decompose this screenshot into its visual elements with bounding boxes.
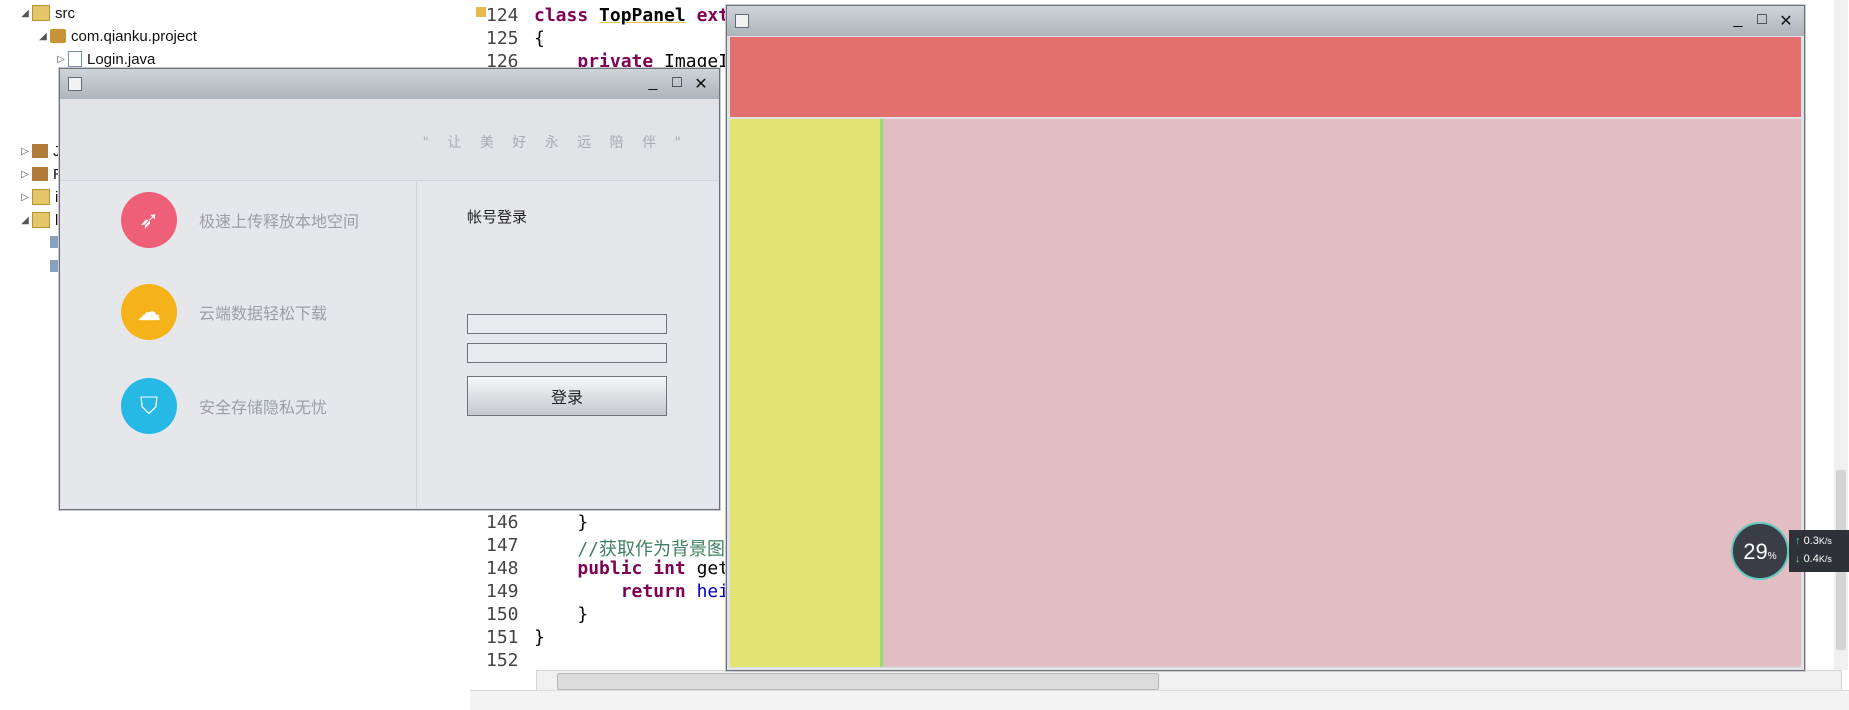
- close-button[interactable]: ✕: [691, 74, 711, 94]
- feature-item: ➶ 极速上传释放本地空间: [121, 190, 359, 250]
- upload-arrow-icon: ↑: [1795, 535, 1801, 547]
- feature-item: ☁ 云端数据轻松下载: [121, 282, 327, 342]
- network-monitor[interactable]: 29% ↑ 0.3K/s ↓ 0.4K/s: [1731, 522, 1849, 582]
- feature-text: 安全存储隐私无忧: [199, 400, 328, 417]
- minimize-button[interactable]: _: [1728, 11, 1748, 29]
- tree-item-lib[interactable]: ◢ li: [18, 209, 62, 231]
- login-header: " 让 美 好 永 远 陪 伴 ": [61, 100, 718, 181]
- status-bar: [470, 690, 1849, 710]
- cloud-download-icon: ☁: [121, 284, 177, 340]
- feature-panel: ➶ 极速上传释放本地空间 ☁ 云端数据轻松下载 ⛉ 安全存储隐私无忧: [61, 182, 417, 508]
- maximize-button[interactable]: □: [667, 74, 687, 92]
- download-speed: ↓ 0.4K/s: [1795, 553, 1832, 565]
- tree-item-package[interactable]: ◢ com.qianku.project: [36, 25, 197, 47]
- expand-icon[interactable]: ◢: [36, 31, 50, 42]
- expand-icon[interactable]: ▷: [18, 192, 32, 203]
- usage-unit: %: [1767, 551, 1777, 562]
- login-window: _ □ ✕ " 让 美 好 永 远 陪 伴 " ➶ 极速上传释放本地空间 ☁ 云…: [59, 68, 720, 510]
- line-number: 124: [486, 5, 519, 26]
- tree-item-label: Login.java: [87, 50, 156, 68]
- java-file-icon: [68, 51, 82, 67]
- login-title: 帐号登录: [467, 209, 528, 226]
- folder-icon: [32, 212, 50, 228]
- line-number: 147: [486, 535, 519, 556]
- code-line[interactable]: return hei: [534, 581, 729, 602]
- expand-icon[interactable]: ◢: [18, 215, 32, 226]
- tree-item-src[interactable]: ◢ src: [18, 2, 75, 24]
- library-icon: [32, 167, 48, 181]
- package-icon: [50, 29, 66, 43]
- layout-demo-window: _ □ ✕: [726, 5, 1805, 671]
- scroll-thumb[interactable]: [557, 673, 1159, 690]
- feature-text: 云端数据轻松下载: [199, 306, 328, 323]
- expand-icon[interactable]: ▷: [54, 54, 68, 65]
- tree-item-folder[interactable]: ▷ ir: [18, 186, 63, 208]
- code-line[interactable]: {: [534, 28, 545, 49]
- feature-text: 极速上传释放本地空间: [199, 214, 360, 231]
- code-line[interactable]: }: [534, 512, 588, 533]
- top-panel: [730, 37, 1801, 117]
- tree-item-jre[interactable]: ▷ J: [18, 140, 60, 162]
- code-line[interactable]: }: [534, 604, 588, 625]
- tree-item-login-java[interactable]: ▷ Login.java: [54, 48, 155, 70]
- java-icon: [68, 77, 82, 91]
- code-line[interactable]: public int get: [534, 558, 729, 579]
- line-number: 146: [486, 512, 519, 533]
- line-number: 125: [486, 28, 519, 49]
- expand-icon[interactable]: ◢: [18, 8, 32, 19]
- minimize-button[interactable]: _: [643, 74, 663, 92]
- slogan: " 让 美 好 永 远 陪 伴 ": [422, 135, 688, 151]
- download-arrow-icon: ↓: [1795, 553, 1801, 565]
- feature-item: ⛉ 安全存储隐私无忧: [121, 376, 327, 436]
- line-number: 149: [486, 581, 519, 602]
- maximize-button[interactable]: □: [1752, 11, 1772, 29]
- upload-speed: ↑ 0.3K/s: [1795, 535, 1832, 547]
- cpu-usage-gauge[interactable]: 29%: [1731, 522, 1789, 580]
- main-panel: [883, 119, 1801, 667]
- rocket-icon: ➶: [121, 192, 177, 248]
- title-bar[interactable]: _ □ ✕: [60, 69, 719, 99]
- line-number: 150: [486, 604, 519, 625]
- expand-icon[interactable]: ▷: [18, 146, 32, 157]
- source-folder-icon: [32, 5, 50, 21]
- left-panel: [730, 119, 883, 667]
- code-line[interactable]: class TopPanel ext: [534, 5, 729, 26]
- horizontal-scrollbar[interactable]: [536, 670, 1842, 692]
- java-icon: [735, 14, 749, 28]
- line-number: 152: [486, 650, 519, 671]
- shield-icon: ⛉: [121, 378, 177, 434]
- line-number: 151: [486, 627, 519, 648]
- username-field[interactable]: [467, 314, 667, 334]
- login-body: " 让 美 好 永 远 陪 伴 " ➶ 极速上传释放本地空间 ☁ 云端数据轻松下…: [61, 100, 718, 508]
- library-icon: [32, 144, 48, 158]
- tree-item-label: com.qianku.project: [71, 27, 197, 45]
- login-button[interactable]: 登录: [467, 376, 667, 416]
- network-speed-box: ↑ 0.3K/s ↓ 0.4K/s: [1789, 530, 1849, 572]
- title-bar[interactable]: _ □ ✕: [727, 6, 1804, 36]
- tree-item-referenced[interactable]: ▷ R: [18, 163, 64, 185]
- tree-item-label: src: [55, 4, 75, 22]
- folder-icon: [32, 189, 50, 205]
- expand-icon[interactable]: ▷: [18, 169, 32, 180]
- close-button[interactable]: ✕: [1776, 11, 1796, 31]
- code-line[interactable]: }: [534, 627, 545, 648]
- warning-icon: [476, 7, 486, 17]
- usage-percent: 29: [1743, 539, 1768, 564]
- password-field[interactable]: [467, 343, 667, 363]
- line-number: 148: [486, 558, 519, 579]
